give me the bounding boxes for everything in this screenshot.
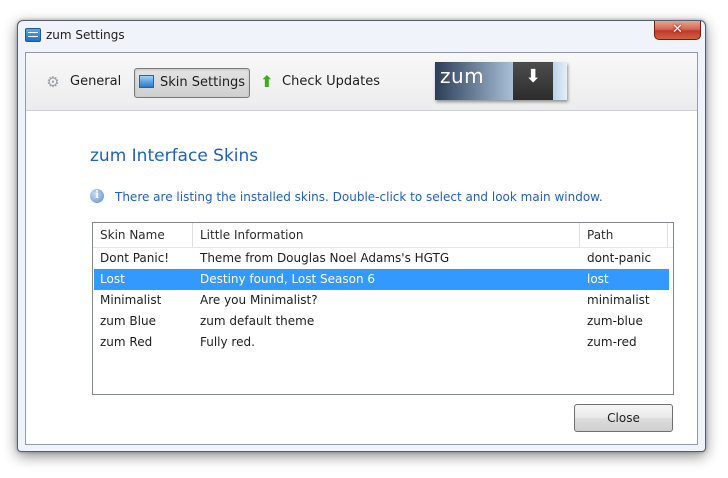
column-header-path[interactable]: Path (580, 223, 668, 247)
skin-path: zum-blue (587, 314, 643, 328)
tab-check-updates[interactable]: ⬆ Check Updates (257, 68, 387, 98)
list-header: Skin Name Little Information Path (93, 223, 673, 248)
title-bar[interactable]: zum Settings ✕ (18, 21, 705, 52)
zum-logo-text: zum (435, 62, 513, 100)
tab-general-label: General (70, 74, 122, 89)
page-title: zum Interface Skins (90, 146, 259, 166)
skin-name: Dont Panic! (100, 251, 170, 265)
client-area: ⚙ General Skin Settings ⬆ Check Updates … (25, 52, 698, 445)
tab-check-updates-label: Check Updates (282, 74, 380, 89)
skin-path: lost (587, 272, 609, 286)
zum-logo-banner: zum ⬇ (435, 62, 567, 100)
tab-skin-settings-label: Skin Settings (160, 75, 246, 90)
monitor-icon (139, 75, 154, 88)
skin-info: zum default theme (200, 314, 315, 328)
toolbar: ⚙ General Skin Settings ⬆ Check Updates … (26, 53, 697, 111)
gear-icon: ⚙ (46, 73, 60, 91)
list-item-selected[interactable]: Lost Destiny found, Lost Season 6 lost (94, 269, 669, 290)
skin-info: Fully red. (200, 335, 255, 349)
column-header-little-information[interactable]: Little Information (193, 223, 580, 247)
skin-info: Theme from Douglas Noel Adams's HGTG (200, 251, 450, 265)
list-item[interactable]: zum Red Fully red. zum-red (94, 332, 669, 353)
app-icon (25, 28, 41, 42)
list-item[interactable]: Minimalist Are you Minimalist? minimalis… (94, 290, 669, 311)
skin-name: Lost (100, 272, 125, 286)
skin-info: Destiny found, Lost Season 6 (200, 272, 376, 286)
settings-window: zum Settings ✕ ⚙ General Skin Settings ⬆… (17, 20, 706, 452)
window-title: zum Settings (46, 28, 125, 42)
skin-path: minimalist (587, 293, 650, 307)
green-up-arrow-icon: ⬆ (260, 72, 274, 91)
skins-list[interactable]: Skin Name Little Information Path Dont P… (92, 222, 674, 395)
info-message: There are listing the installed skins. D… (115, 190, 603, 204)
tab-skin-settings[interactable]: Skin Settings (134, 68, 250, 98)
list-item[interactable]: Dont Panic! Theme from Douglas Noel Adam… (94, 248, 669, 269)
skin-name: zum Red (100, 335, 153, 349)
skin-path: zum-red (587, 335, 637, 349)
tab-general[interactable]: ⚙ General (43, 68, 123, 98)
skin-path: dont-panic (587, 251, 652, 265)
window-close-button[interactable]: ✕ (654, 21, 701, 40)
close-button[interactable]: Close (574, 404, 673, 432)
info-icon: i (90, 189, 104, 203)
column-header-skin-name[interactable]: Skin Name (93, 223, 193, 247)
skin-name: zum Blue (100, 314, 156, 328)
download-arrow-icon: ⬇ (513, 62, 553, 100)
skin-name: Minimalist (100, 293, 162, 307)
banner-gloss (553, 62, 567, 100)
list-item[interactable]: zum Blue zum default theme zum-blue (94, 311, 669, 332)
skin-info: Are you Minimalist? (200, 293, 318, 307)
